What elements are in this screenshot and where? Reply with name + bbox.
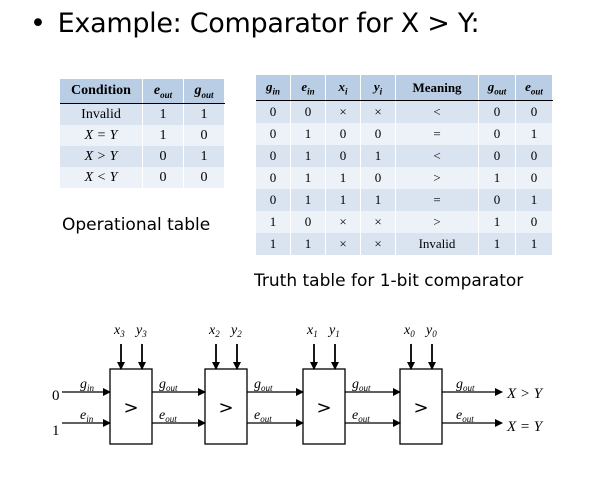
eout-label: eout <box>254 408 272 424</box>
stage-x-label-sub: 2 <box>215 329 220 339</box>
input-g-value: 0 <box>52 388 60 404</box>
stage-x-label-sub: 0 <box>410 329 415 339</box>
stage-x-label-sub: 3 <box>119 329 125 339</box>
gout-label-main: g <box>352 377 359 392</box>
output-gt-label: X > Y <box>506 386 544 402</box>
ein-label-sub: in <box>86 414 94 424</box>
stage-x-label: x2 <box>208 323 220 339</box>
eout-label-sub: out <box>165 414 177 424</box>
stage-y-label: y3 <box>134 323 147 339</box>
gout-label-sub: out <box>261 383 273 393</box>
circuit-layer: 01>x3 y3ginein>x2 y2gouteout>x1 y1gouteout>… <box>52 323 544 445</box>
block-symbol: > <box>218 398 233 419</box>
gin-label: gin <box>80 377 95 393</box>
final-gout-label-sub: out <box>463 383 475 393</box>
stage-y-label-sub: 1 <box>335 329 340 339</box>
gout-label: gout <box>254 377 273 393</box>
gout-label-sub: out <box>359 383 371 393</box>
block-symbol: > <box>123 398 138 419</box>
stage-x-label: x3 <box>113 323 125 339</box>
comparator-circuit-diagram: 01>x3 y3ginein>x2 y2gouteout>x1 y1gouteout>… <box>52 323 544 445</box>
ein-label: ein <box>80 408 94 424</box>
stage-y-label: y2 <box>229 323 242 339</box>
eout-label-sub: out <box>260 414 272 424</box>
gin-label-main: g <box>80 377 87 392</box>
eout-label: eout <box>352 408 370 424</box>
final-eout-label: eout <box>456 408 474 424</box>
stage-y-label-sub: 0 <box>432 329 437 339</box>
gout-label-sub: out <box>166 383 178 393</box>
stage-y-label-sub: 3 <box>141 329 147 339</box>
stage-y-label: y1 <box>327 323 340 339</box>
final-gout-label-main: g <box>456 377 463 392</box>
gin-label-sub: in <box>87 383 95 393</box>
gout-label-main: g <box>159 377 166 392</box>
output-eq-label: X = Y <box>506 419 544 435</box>
final-eout-label-sub: out <box>462 414 474 424</box>
block-symbol: > <box>316 398 331 419</box>
stage-y-label-sub: 2 <box>237 329 242 339</box>
stage-y-label: y0 <box>424 323 437 339</box>
gout-label: gout <box>159 377 178 393</box>
final-gout-label: gout <box>456 377 475 393</box>
eout-label-sub: out <box>358 414 370 424</box>
gout-label: gout <box>352 377 371 393</box>
stage-x-label: x0 <box>403 323 415 339</box>
stage-x-label: x1 <box>306 323 318 339</box>
block-symbol: > <box>413 398 428 419</box>
input-e-value: 1 <box>52 423 60 439</box>
eout-label: eout <box>159 408 177 424</box>
stage-x-label-sub: 1 <box>313 329 318 339</box>
gout-label-main: g <box>254 377 261 392</box>
